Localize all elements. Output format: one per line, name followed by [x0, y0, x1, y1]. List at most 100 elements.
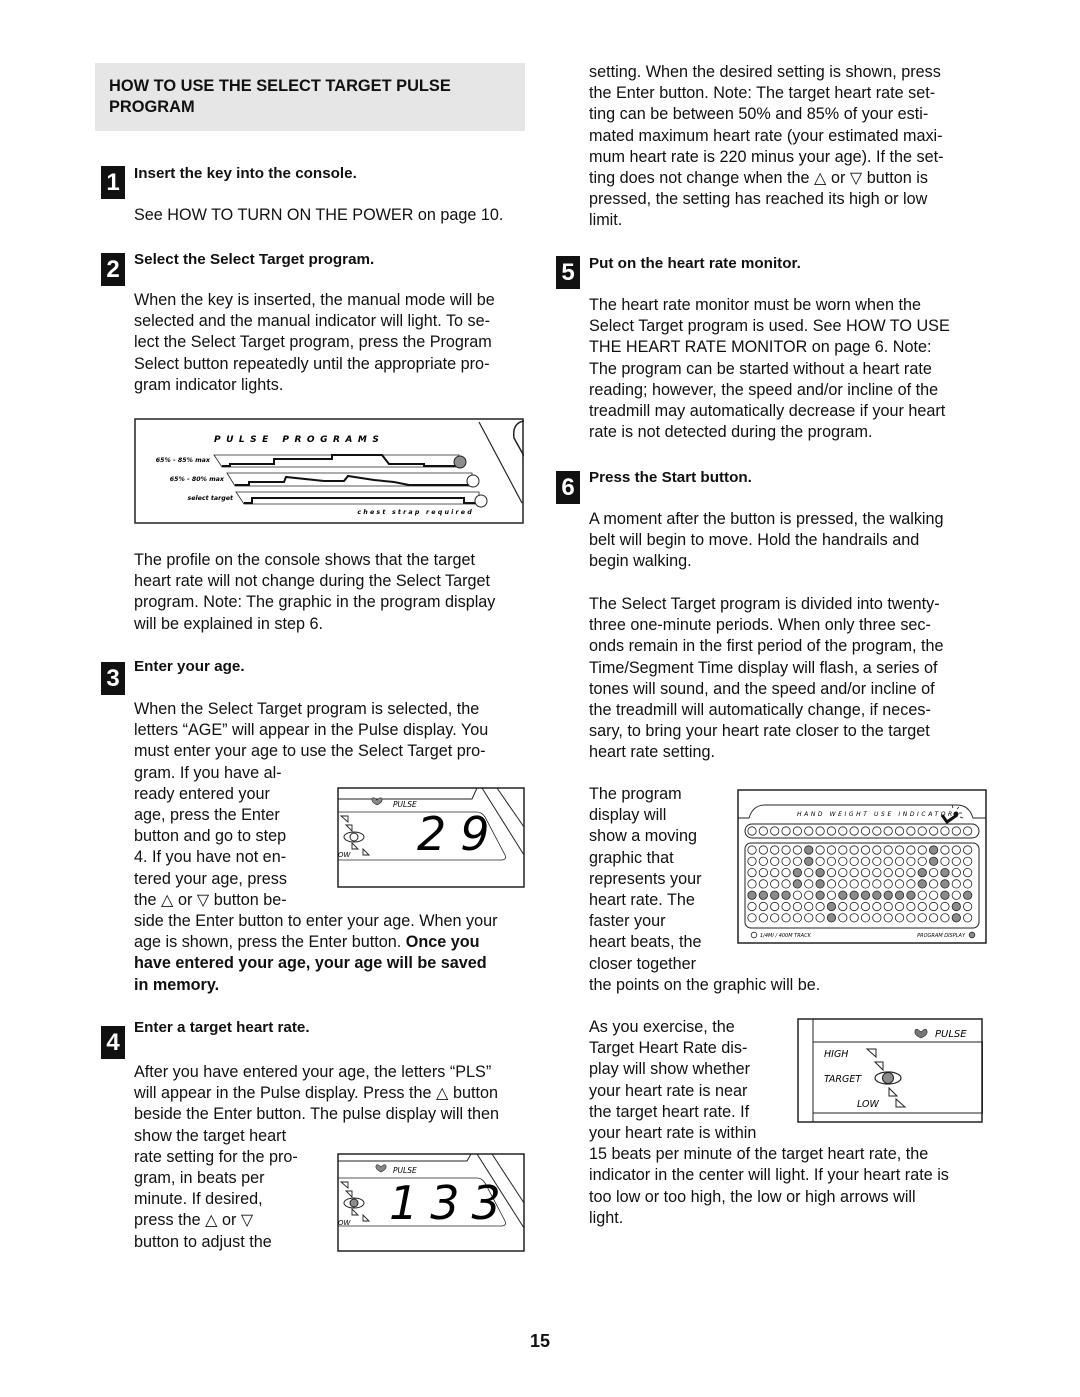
hand-weight-dot: [860, 826, 871, 836]
program-dot: [758, 901, 768, 912]
program-dot: [860, 845, 871, 855]
text-line: ting can be between 50% and 85% of your …: [589, 105, 929, 124]
text-line: heart rate setting.: [589, 743, 715, 762]
program-dot-lit: [963, 890, 973, 900]
program-dot: [815, 845, 825, 855]
program-dot-lit: [860, 890, 871, 900]
high-label: HIGH: [824, 1049, 848, 1060]
step-6-heading: Press the Start button.: [589, 469, 752, 486]
program-dot: [747, 845, 757, 855]
program-dot: [781, 879, 791, 889]
program-dot: [906, 868, 916, 878]
program-dot: [838, 913, 848, 923]
program-dot-lit: [929, 845, 939, 855]
program-dot-lit: [940, 890, 950, 900]
program-dot-lit: [951, 913, 961, 923]
program-dot: [804, 868, 814, 878]
program-dot: [917, 901, 927, 912]
program-dot: [838, 868, 848, 878]
text-line: After you have entered your age, the let…: [134, 1063, 492, 1081]
text-line: program. Note: The graphic in the progra…: [134, 593, 496, 612]
text-line: A moment after the button is pressed, th…: [589, 510, 944, 528]
program-dot-lit: [747, 890, 757, 900]
program-dot: [860, 879, 871, 889]
program-dot: [804, 901, 814, 912]
program-dot: [906, 845, 916, 855]
program-dot-lit: [906, 890, 916, 900]
program-dot: [747, 879, 757, 889]
program-dot: [872, 879, 882, 889]
text-line: begin walking.: [589, 552, 692, 571]
hand-weight-title: HAND WEIGHT USE INDICATOR: [797, 811, 955, 818]
step-2-body: When the key is inserted, the manual mod…: [134, 290, 495, 396]
program-dot: [872, 868, 882, 878]
program-dot: [872, 856, 882, 866]
program-dot: [849, 901, 859, 912]
text-line: must enter your age to use the Select Ta…: [134, 742, 486, 761]
step-6-body-a: A moment after the button is pressed, th…: [589, 509, 944, 573]
target-hr-value: 133: [389, 1176, 513, 1230]
program-dot: [917, 856, 927, 866]
hand-weight-dot: [792, 826, 803, 836]
program-dot: [770, 856, 780, 866]
text-line: will appear in the Pulse display. Press …: [134, 1084, 498, 1103]
program-dot: [826, 856, 837, 866]
hand-weight-dot: [951, 826, 961, 836]
program-dot: [826, 890, 837, 900]
program-dot: [804, 913, 814, 923]
program-dot: [883, 901, 893, 912]
pulse-programs-title: PULSE PROGRAMS: [214, 435, 384, 445]
low-label: LOW: [857, 1099, 879, 1110]
step-1-heading: Insert the key into the console.: [134, 165, 357, 182]
target-heart-rate-illustration: PULSE HIGH TARGET LOW: [797, 1018, 983, 1123]
program-dot: [929, 879, 939, 889]
text-line: selected and the manual indicator will l…: [134, 312, 491, 331]
text-line: The heart rate monitor must be worn when…: [589, 296, 922, 314]
program-dot: [883, 913, 893, 923]
low-label: OW: [338, 851, 352, 859]
text-line: gram. If you have al-: [134, 763, 282, 782]
program-dot: [883, 868, 893, 878]
program-dot: [838, 901, 848, 912]
program-dot: [940, 845, 950, 855]
text-line: THE HEART RATE MONITOR on page 6. Note:: [589, 338, 932, 357]
program-dot: [792, 913, 803, 923]
text-line: ting does not change when the △ or ▽ but…: [589, 169, 928, 188]
program-dot-lit: [951, 901, 961, 912]
step-number-3: 3: [101, 662, 125, 695]
text-line: the Enter button. Note: The target heart…: [589, 84, 936, 103]
program-dot: [781, 856, 791, 866]
program-dot-lit: [883, 890, 893, 900]
program-dot-lit: [815, 868, 825, 878]
text-line: sary, to bring your heart rate closer to…: [589, 722, 930, 741]
program-dot: [883, 856, 893, 866]
program-dot-lit: [804, 856, 814, 866]
pulse-label: PULSE: [935, 1029, 967, 1040]
program-dot: [894, 868, 905, 878]
profile-paragraph: The profile on the console shows that th…: [134, 550, 495, 635]
program-dot-lit: [894, 890, 905, 900]
text-line: onds remain in the first period of the p…: [589, 637, 944, 656]
text-line: belt will begin to move. Hold the handra…: [589, 531, 920, 550]
program-dot-lit: [826, 901, 837, 912]
text-line: closer together: [589, 954, 697, 973]
hand-weight-dot: [929, 826, 939, 836]
text-line: will be explained in step 6.: [134, 614, 323, 633]
bold-note: Once you: [405, 933, 480, 952]
program-dot: [872, 913, 882, 923]
program-dot-lit: [917, 879, 927, 889]
program-dot: [747, 856, 757, 866]
text-line: treadmill may automatically decrease if …: [589, 402, 946, 421]
text-line: age is shown, press the Enter button. On…: [134, 932, 498, 953]
program-dot-lit: [770, 890, 780, 900]
program-dot: [940, 856, 950, 866]
program-dot: [792, 845, 803, 855]
text-line: mum heart rate is 220 minus your age). I…: [589, 147, 944, 166]
program-display-indicator-icon: [968, 931, 976, 939]
program-dot: [815, 856, 825, 866]
text-span: age is shown, press the Enter button.: [134, 933, 402, 952]
program-dot: [815, 913, 825, 923]
program-dot: [826, 845, 837, 855]
program-dot: [860, 856, 871, 866]
program-dot-lit: [792, 868, 803, 878]
